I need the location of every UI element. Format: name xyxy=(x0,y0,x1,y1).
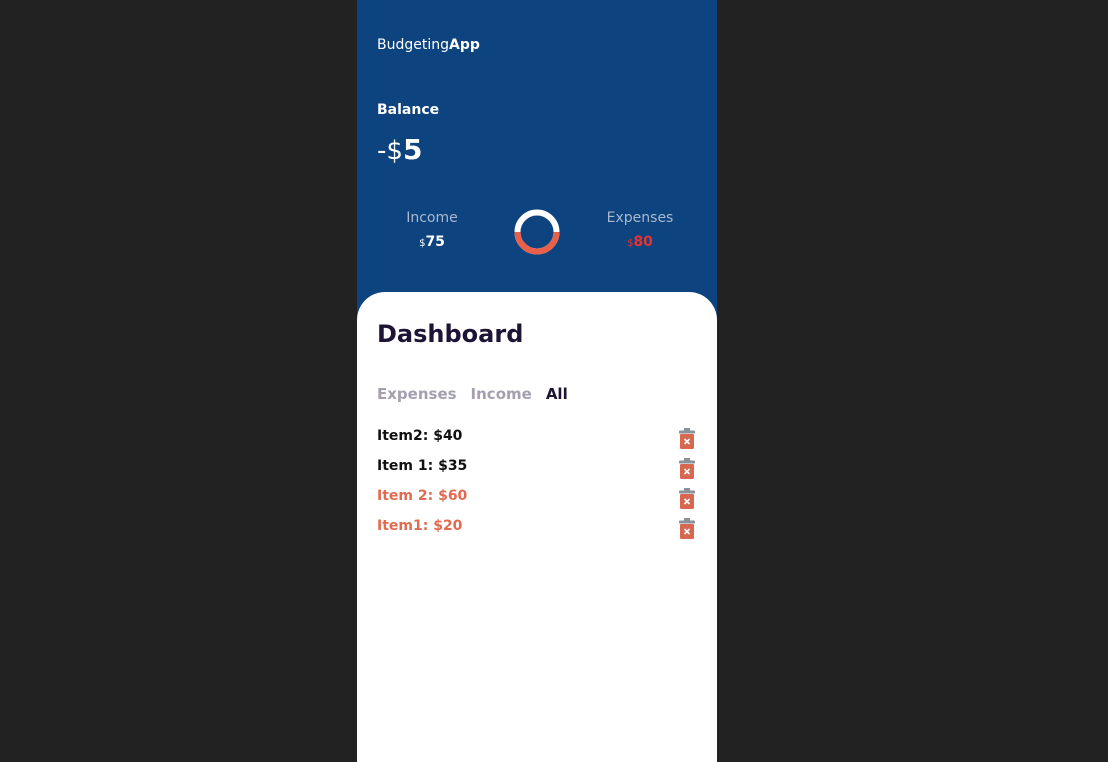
expenses-summary: Expenses $80 xyxy=(585,210,695,250)
filter-tabs: Expenses Income All xyxy=(377,385,568,403)
income-value: 75 xyxy=(425,234,445,250)
balance-value: -$5 xyxy=(377,132,422,169)
tab-expenses[interactable]: Expenses xyxy=(377,385,457,403)
list-item-label: Item1: $20 xyxy=(377,517,463,534)
dashboard-title: Dashboard xyxy=(377,320,524,348)
app-screen: BudgetingApp Balance -$5 Income $75 Expe… xyxy=(357,0,717,762)
dashboard-panel: Dashboard Expenses Income All Item2: $40… xyxy=(357,292,717,762)
tab-all[interactable]: All xyxy=(546,385,568,403)
list-item: Item 2: $60 xyxy=(377,485,697,515)
list-item-label: Item 2: $60 xyxy=(377,487,468,504)
trash-icon[interactable] xyxy=(677,427,697,451)
trash-icon[interactable] xyxy=(677,457,697,481)
app-brand: BudgetingApp xyxy=(377,37,480,53)
balance-sign: -$ xyxy=(377,136,403,166)
list-item-label: Item 1: $35 xyxy=(377,457,468,474)
list-item: Item2: $40 xyxy=(377,425,697,455)
brand-prefix: Budgeting xyxy=(377,37,450,53)
trash-icon[interactable] xyxy=(677,517,697,541)
income-title: Income xyxy=(406,210,458,226)
balance-label: Balance xyxy=(377,102,440,118)
list-item: Item 1: $35 xyxy=(377,455,697,485)
balance-donut-chart xyxy=(514,209,560,255)
income-summary: Income $75 xyxy=(377,210,487,250)
transaction-list: Item2: $40 Item 1: $35 Item 2: $60 Item1… xyxy=(377,425,697,545)
brand-suffix: App xyxy=(449,37,480,53)
list-item-label: Item2: $40 xyxy=(377,427,463,444)
list-item: Item1: $20 xyxy=(377,515,697,545)
income-amount: $75 xyxy=(377,234,487,250)
trash-icon[interactable] xyxy=(677,487,697,511)
expenses-title: Expenses xyxy=(606,210,674,226)
expenses-value: 80 xyxy=(633,234,653,250)
donut-expense-arc xyxy=(514,231,560,255)
balance-amount: 5 xyxy=(402,133,423,166)
expenses-amount: $80 xyxy=(585,234,695,250)
tab-income[interactable]: Income xyxy=(471,385,532,403)
